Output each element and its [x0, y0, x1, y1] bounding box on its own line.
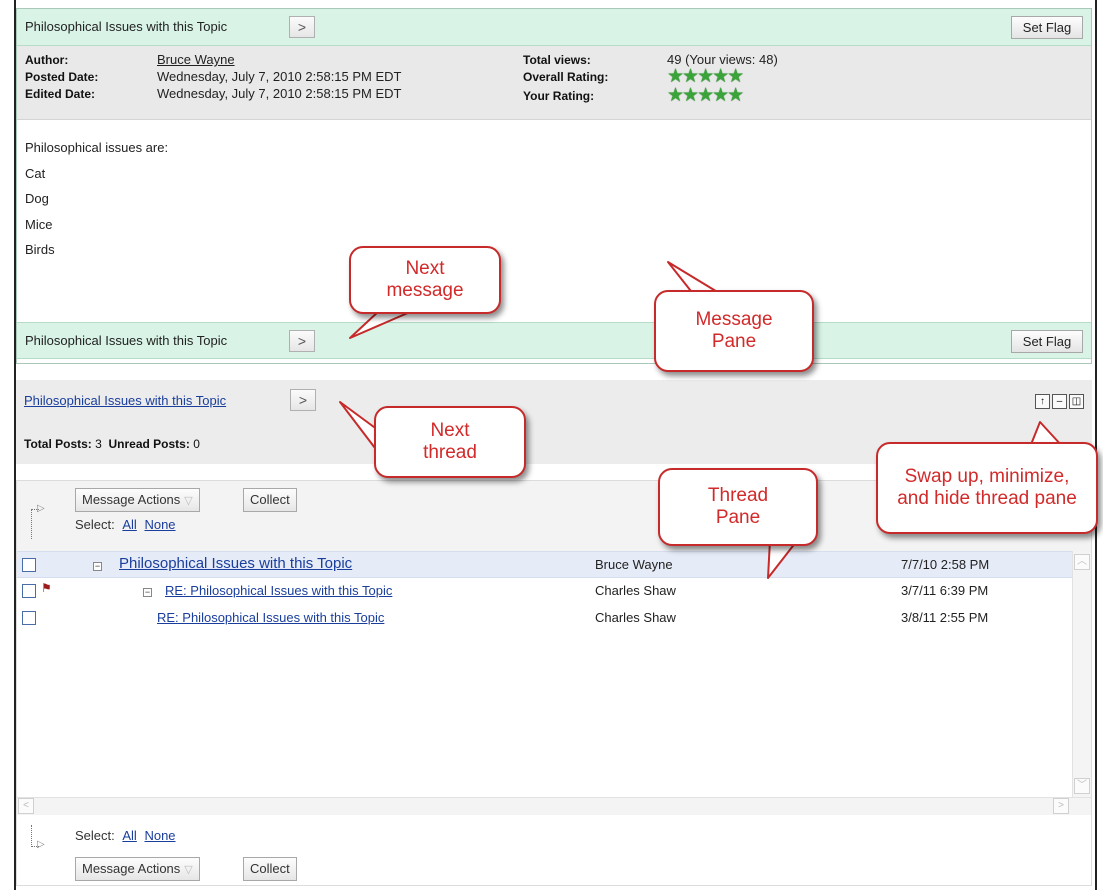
select-all-link[interactable]: All	[122, 517, 136, 532]
select-none-link[interactable]: None	[144, 517, 175, 532]
next-thread-button[interactable]: >	[290, 389, 316, 411]
post-title-link[interactable]: RE: Philosophical Issues with this Topic	[157, 610, 384, 625]
pane-window-buttons: ↑ – ◫	[1033, 392, 1084, 409]
thread-post-list: − Philosophical Issues with this Topic B…	[17, 551, 1073, 797]
table-row[interactable]: RE: Philosophical Issues with this Topic…	[17, 605, 1073, 632]
post-title-link[interactable]: Philosophical Issues with this Topic	[119, 555, 352, 572]
author-label: Author:	[25, 53, 69, 67]
post-date: 3/7/11 6:39 PM	[901, 583, 989, 598]
scroll-up-icon[interactable]: ︿	[1074, 554, 1090, 570]
chevron-down-icon: ▽	[184, 495, 193, 507]
callout-next-thread-text: Next thread	[423, 420, 477, 463]
post-date: 7/7/10 2:58 PM	[901, 557, 990, 572]
callout-thread-pane: Thread Pane	[658, 468, 818, 546]
collect-button-bottom[interactable]: Collect	[243, 857, 297, 881]
message-actions-label: Message Actions	[82, 861, 181, 876]
body-line: Birds	[25, 242, 55, 257]
unread-posts-label: Unread Posts:	[108, 437, 190, 451]
post-counts: Total Posts: 3 Unread Posts: 0	[24, 437, 200, 451]
vertical-scrollbar[interactable]: ︿ ﹀	[1072, 551, 1091, 797]
your-rating-stars[interactable]: ★★★★★	[667, 86, 744, 105]
row-checkbox[interactable]	[22, 558, 36, 572]
total-posts: 3	[95, 437, 102, 451]
callout-swap: Swap up, minimize, and hide thread pane	[876, 442, 1098, 534]
thread-title-link[interactable]: Philosophical Issues with this Topic	[24, 393, 226, 408]
select-row-top: Select: All None	[75, 517, 176, 532]
message-title-footer: Philosophical Issues with this Topic	[25, 333, 228, 348]
edited-date-label: Edited Date:	[25, 87, 96, 101]
select-none-link[interactable]: None	[144, 828, 175, 843]
post-author: Bruce Wayne	[595, 557, 673, 572]
flag-icon: ⚑	[41, 581, 52, 595]
collect-button[interactable]: Collect	[243, 488, 297, 512]
horizontal-scrollbar[interactable]: < >	[17, 797, 1091, 815]
minimize-icon[interactable]: –	[1052, 394, 1067, 409]
body-line: Dog	[25, 191, 49, 206]
post-title-link[interactable]: RE: Philosophical Issues with this Topic	[165, 583, 392, 598]
swap-up-icon[interactable]: ↑	[1035, 394, 1050, 409]
thread-pane: Message Actions ▽ Collect ▷ Select: All N…	[16, 480, 1092, 886]
connector-arrow-icon: ▷	[37, 839, 45, 850]
select-label: Select:	[75, 517, 115, 532]
chevron-down-icon: ▽	[184, 864, 193, 876]
collapse-icon[interactable]: −	[93, 562, 102, 571]
posted-date: Wednesday, July 7, 2010 2:58:15 PM EDT	[157, 69, 402, 84]
message-header-bar: Philosophical Issues with this Topic > S…	[17, 9, 1091, 46]
message-footer-bar: Philosophical Issues with this Topic > S…	[17, 322, 1091, 359]
table-row[interactable]: − Philosophical Issues with this Topic B…	[17, 551, 1073, 578]
scroll-left-icon[interactable]: <	[18, 798, 34, 814]
hide-icon[interactable]: ◫	[1069, 394, 1084, 409]
message-metadata: Author: Bruce Wayne Posted Date: Wednesd…	[17, 46, 1091, 120]
total-views: 49 (Your views: 48)	[667, 52, 778, 67]
callout-next-message: Next message	[349, 246, 501, 314]
unread-posts: 0	[193, 437, 200, 451]
collapse-icon[interactable]: −	[143, 588, 152, 597]
body-line: Philosophical issues are:	[25, 140, 169, 155]
your-rating-label: Your Rating:	[523, 89, 595, 103]
total-views-label: Total views:	[523, 53, 591, 67]
message-pane: Philosophical Issues with this Topic > S…	[16, 8, 1092, 364]
callout-thread-pane-text: Thread Pane	[707, 485, 769, 528]
author-link[interactable]: Bruce Wayne	[157, 52, 235, 67]
scroll-down-icon[interactable]: ﹀	[1074, 778, 1090, 794]
callout-message-pane-text: Message Pane	[695, 309, 773, 352]
callout-swap-text: Swap up, minimize, and hide thread pane	[897, 466, 1077, 509]
message-body: Philosophical issues are: Cat Dog Mice B…	[25, 135, 168, 263]
set-flag-button-top[interactable]: Set Flag	[1011, 16, 1083, 39]
post-author: Charles Shaw	[595, 583, 676, 598]
row-checkbox[interactable]	[22, 584, 36, 598]
callout-next-message-text: Next message	[386, 258, 464, 301]
body-line: Cat	[25, 165, 46, 181]
scroll-right-icon[interactable]: >	[1053, 798, 1069, 814]
total-posts-label: Total Posts:	[24, 437, 92, 451]
table-row[interactable]: ⚑ − RE: Philosophical Issues with this T…	[17, 578, 1073, 605]
next-message-button-footer[interactable]: >	[289, 330, 315, 352]
message-actions-label: Message Actions	[82, 492, 181, 507]
next-message-button[interactable]: >	[289, 16, 315, 38]
overall-rating-stars: ★★★★★	[667, 66, 744, 87]
row-checkbox[interactable]	[22, 611, 36, 625]
select-all-link[interactable]: All	[122, 828, 136, 843]
select-row-bottom: Select: All None	[75, 828, 176, 843]
message-actions-dropdown[interactable]: Message Actions ▽	[75, 488, 200, 512]
message-title: Philosophical Issues with this Topic	[25, 19, 228, 34]
callout-message-pane: Message Pane	[654, 290, 814, 372]
edited-date: Wednesday, July 7, 2010 2:58:15 PM EDT	[157, 86, 402, 101]
post-author: Charles Shaw	[595, 610, 676, 625]
posted-date-label: Posted Date:	[25, 70, 99, 84]
connector-arrow-icon: ▷	[37, 503, 45, 514]
message-actions-dropdown-bottom[interactable]: Message Actions ▽	[75, 857, 200, 881]
body-line: Mice	[25, 216, 53, 232]
set-flag-button-bottom[interactable]: Set Flag	[1011, 330, 1083, 353]
select-label: Select:	[75, 828, 115, 843]
post-date: 3/8/11 2:55 PM	[901, 610, 989, 625]
overall-rating-label: Overall Rating:	[523, 70, 609, 84]
callout-next-thread: Next thread	[374, 406, 526, 478]
